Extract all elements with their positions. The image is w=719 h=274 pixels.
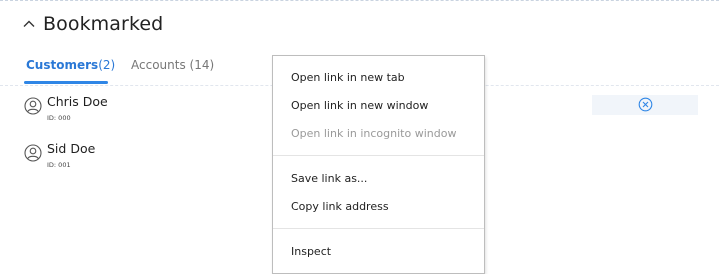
- menu-item-inspect[interactable]: Inspect: [291, 245, 331, 258]
- menu-item-open-new-tab[interactable]: Open link in new tab: [291, 71, 405, 84]
- remove-bookmark-icon[interactable]: [638, 97, 653, 112]
- tab-accounts[interactable]: Accounts (14): [131, 58, 214, 72]
- top-dashed-border: [0, 0, 719, 1]
- customer-id: ID: 000: [47, 114, 71, 122]
- menu-separator: [273, 228, 484, 229]
- customer-id: ID: 001: [47, 161, 71, 169]
- customer-name[interactable]: Sid Doe: [47, 141, 95, 156]
- tab-customers-label: Customers: [26, 58, 99, 72]
- tab-customers-count: (2): [98, 58, 116, 72]
- chevron-up-icon[interactable]: [22, 17, 36, 31]
- tab-accounts-count: (14): [189, 58, 215, 72]
- active-tab-indicator: [24, 81, 108, 84]
- menu-item-open-incognito: Open link in incognito window: [291, 127, 457, 140]
- tab-customers[interactable]: Customers(2): [26, 58, 115, 72]
- context-menu: Open link in new tab Open link in new wi…: [272, 55, 485, 274]
- customer-name[interactable]: Chris Doe: [47, 94, 108, 109]
- section-title: Bookmarked: [43, 13, 164, 35]
- user-avatar-icon: [24, 97, 42, 115]
- bookmarked-section-header[interactable]: Bookmarked: [22, 9, 163, 39]
- menu-separator: [273, 155, 484, 156]
- menu-item-save-link-as[interactable]: Save link as...: [291, 172, 367, 185]
- tab-accounts-label: Accounts: [131, 58, 186, 72]
- user-avatar-icon: [24, 144, 42, 162]
- menu-item-copy-link-address[interactable]: Copy link address: [291, 200, 389, 213]
- menu-item-open-new-window[interactable]: Open link in new window: [291, 99, 428, 112]
